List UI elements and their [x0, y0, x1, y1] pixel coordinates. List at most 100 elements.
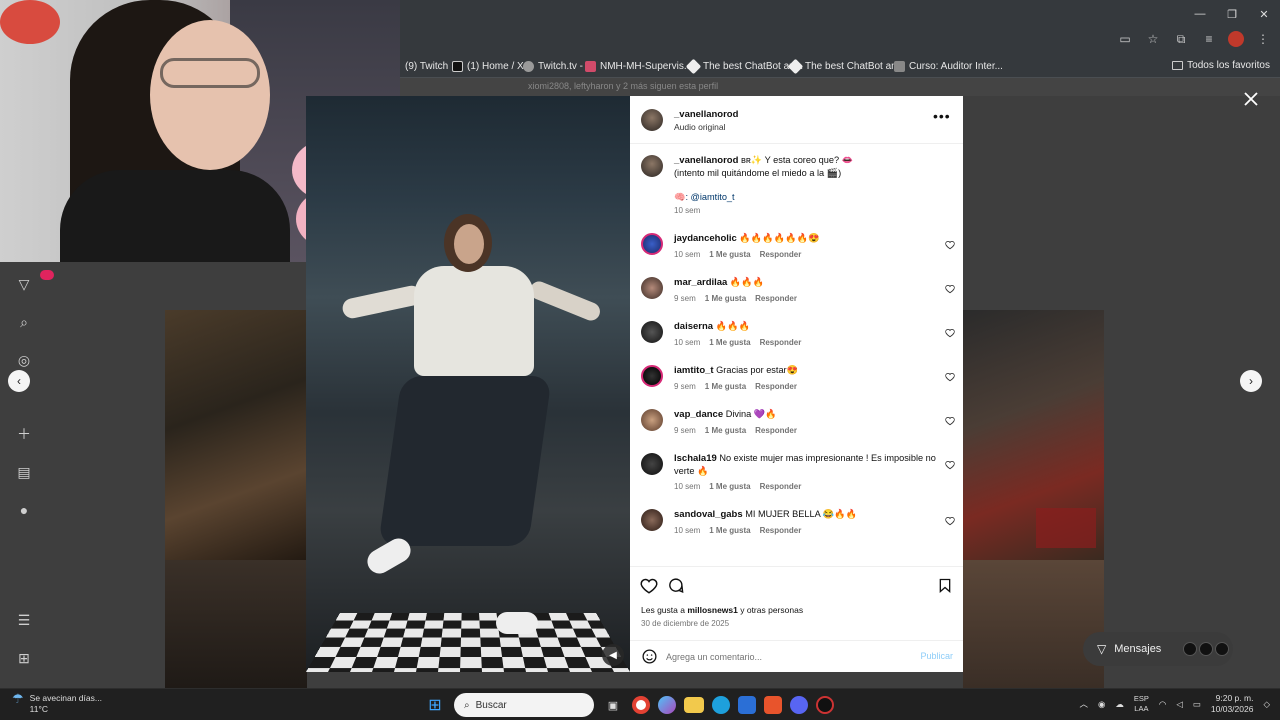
comment-likes[interactable]: 1 Me gusta — [705, 426, 746, 435]
bookmark-chatbot-1[interactable]: The best ChatBot an... — [685, 58, 803, 75]
previous-arrow-icon[interactable]: ‹ — [8, 370, 30, 392]
grid-thumbnail[interactable] — [963, 560, 1104, 688]
avatar[interactable] — [641, 365, 663, 387]
comment-author[interactable]: vap_dance — [674, 409, 723, 420]
profile-avatar[interactable] — [1228, 31, 1244, 47]
apps-icon[interactable]: ⊞ — [14, 648, 34, 668]
avatar[interactable] — [641, 155, 663, 177]
comment-likes[interactable]: 1 Me gusta — [705, 294, 746, 303]
audio-label[interactable]: Audio original — [674, 122, 726, 132]
comment-author[interactable]: daiserna — [674, 321, 713, 332]
copilot-icon[interactable] — [658, 696, 676, 714]
discord-icon[interactable] — [790, 696, 808, 714]
like-comment-icon[interactable] — [945, 284, 955, 294]
task-view-icon[interactable]: ▣ — [602, 694, 624, 716]
maximize-icon[interactable]: ❐ — [1216, 0, 1248, 28]
messages-button[interactable]: ▽ Mensajes — [1083, 632, 1233, 666]
search-icon[interactable]: ⌕ — [14, 312, 34, 332]
likes-user[interactable]: millosnews1 — [687, 605, 738, 615]
reply-button[interactable]: Responder — [760, 250, 802, 259]
dashboard-icon[interactable]: ▤ — [14, 462, 34, 482]
clock[interactable]: 9:20 p. m. 10/03/2026 — [1211, 693, 1254, 715]
like-icon[interactable] — [640, 577, 658, 595]
like-comment-icon[interactable] — [945, 372, 955, 382]
extensions-icon[interactable]: ⧉ — [1172, 30, 1190, 48]
start-icon[interactable]: ⊞ — [424, 694, 446, 716]
avatar[interactable] — [641, 509, 663, 531]
cast-icon[interactable]: ▭ — [1116, 30, 1134, 48]
battery-icon[interactable]: ▭ — [1193, 699, 1201, 710]
comment-author[interactable]: jaydanceholic — [674, 233, 737, 244]
comment-likes[interactable]: 1 Me gusta — [705, 382, 746, 391]
comment-likes[interactable]: 1 Me gusta — [709, 526, 750, 535]
menu-dots-icon[interactable]: ⋮ — [1254, 30, 1272, 48]
network-icon[interactable]: ◉ — [1098, 699, 1105, 710]
bookmark-star-icon[interactable]: ☆ — [1144, 30, 1162, 48]
reply-button[interactable]: Responder — [755, 382, 797, 391]
bookmark-twitch[interactable]: (9) Twitch — [405, 61, 448, 72]
explore-icon[interactable]: ◎ — [14, 350, 34, 370]
grid-thumbnail[interactable] — [165, 560, 307, 688]
taskbar-search[interactable]: ⌕ Buscar — [454, 693, 594, 717]
all-favorites[interactable]: Todos los favoritos — [1172, 60, 1270, 71]
chrome-icon[interactable] — [632, 696, 650, 714]
avatar[interactable] — [641, 109, 663, 131]
bookmark-twitchtv[interactable]: Twitch.tv - — [523, 61, 583, 72]
notifications-icon[interactable]: ▽ — [14, 270, 54, 294]
avatar[interactable] — [641, 233, 663, 255]
caption-author[interactable]: _vanellanorod — [674, 155, 738, 166]
more-options-icon[interactable]: ••• — [933, 109, 951, 123]
comment-likes[interactable]: 1 Me gusta — [709, 482, 750, 491]
comment-likes[interactable]: 1 Me gusta — [709, 250, 750, 259]
create-icon[interactable]: ＋ — [14, 424, 34, 444]
store-icon[interactable] — [738, 696, 756, 714]
bookmark-nmh[interactable]: NMH-MH-Supervis... — [585, 61, 692, 72]
comment-author[interactable]: sandoval_gabs — [674, 509, 743, 520]
grid-thumbnail[interactable] — [165, 310, 307, 560]
emoji-icon[interactable] — [641, 648, 658, 665]
mute-icon[interactable]: ◀ — [602, 644, 624, 666]
notification-bell-icon[interactable]: ◇ — [1263, 699, 1270, 710]
bookmark-curso[interactable]: Curso: Auditor Inter... — [894, 61, 1003, 72]
close-icon[interactable] — [1242, 90, 1260, 108]
avatar[interactable] — [641, 277, 663, 299]
edge-icon[interactable] — [712, 696, 730, 714]
media-icon[interactable]: ≡ — [1200, 30, 1218, 48]
avatar[interactable] — [641, 453, 663, 475]
avatar[interactable] — [641, 409, 663, 431]
like-comment-icon[interactable] — [945, 460, 955, 470]
comment-author[interactable]: lschala19 — [674, 453, 717, 464]
reply-button[interactable]: Responder — [760, 338, 802, 347]
next-arrow-icon[interactable]: › — [1240, 370, 1262, 392]
bookmark-x[interactable]: (1) Home / X — [452, 61, 524, 72]
like-comment-icon[interactable] — [945, 416, 955, 426]
reply-button[interactable]: Responder — [755, 426, 797, 435]
comment-author[interactable]: mar_ardilaa — [674, 277, 727, 288]
likes-summary[interactable]: Les gusta a millosnews1 y otras personas — [641, 605, 803, 615]
like-comment-icon[interactable] — [945, 240, 955, 250]
comment-input[interactable] — [666, 649, 896, 665]
save-icon[interactable] — [937, 577, 953, 594]
comment-icon[interactable] — [667, 577, 684, 594]
app-icon[interactable] — [764, 696, 782, 714]
minimize-icon[interactable]: — — [1184, 0, 1216, 28]
reply-button[interactable]: Responder — [760, 482, 802, 491]
cloud-icon[interactable]: ☁ — [1115, 699, 1124, 710]
close-window-icon[interactable]: ✕ — [1248, 0, 1280, 28]
profile-icon[interactable]: ● — [14, 500, 34, 520]
volume-icon[interactable]: ◁ — [1176, 699, 1183, 710]
menu-icon[interactable]: ☰ — [14, 610, 34, 630]
avatar[interactable] — [641, 321, 663, 343]
post-author[interactable]: _vanellanorod — [674, 109, 738, 120]
comment-likes[interactable]: 1 Me gusta — [709, 338, 750, 347]
file-explorer-icon[interactable] — [684, 697, 704, 713]
language-indicator[interactable]: ESP LAA — [1134, 694, 1149, 714]
grid-thumbnail[interactable] — [963, 310, 1104, 560]
wifi-icon[interactable]: ◠ — [1159, 699, 1166, 710]
bookmark-chatbot-2[interactable]: The best ChatBot an... — [787, 58, 905, 75]
app-icon[interactable] — [816, 696, 834, 714]
weather-widget[interactable]: ☂ Se avecinan días... 11°C — [12, 692, 102, 715]
chevron-up-icon[interactable]: ︿ — [1079, 698, 1088, 710]
reply-button[interactable]: Responder — [755, 294, 797, 303]
caption-mention[interactable]: 🧠: @iamtito_t — [674, 192, 735, 202]
